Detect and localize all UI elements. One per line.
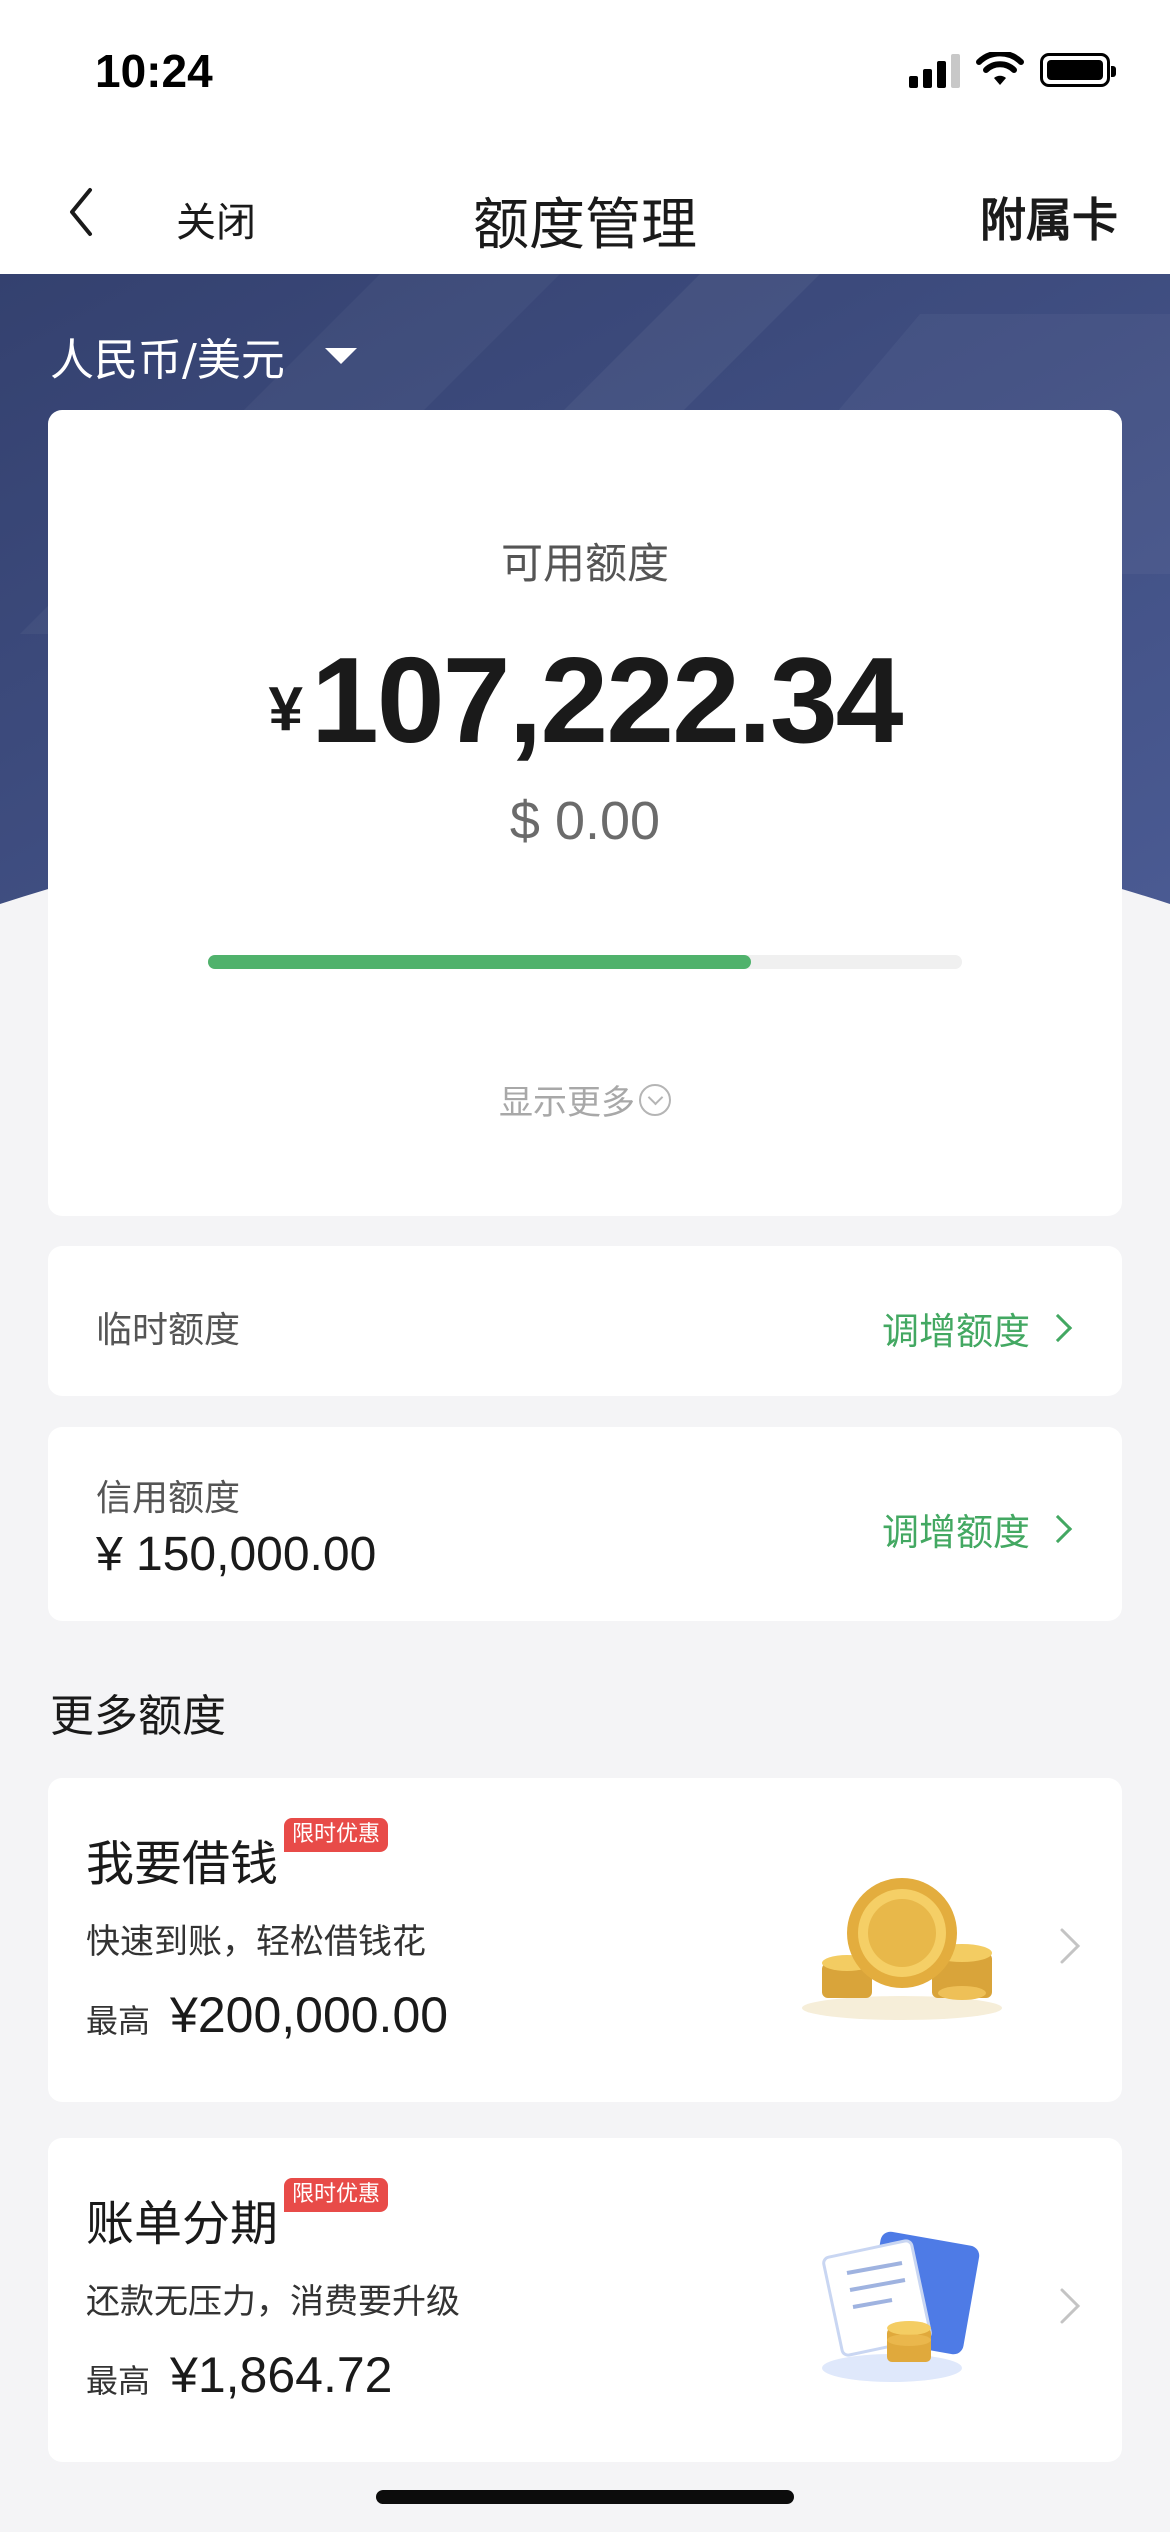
show-more-button[interactable]: 显示更多 bbox=[48, 1075, 1122, 1124]
promo-title-row: 我要借钱 限时优惠 bbox=[86, 1818, 389, 1894]
currency-symbol: ¥ bbox=[268, 675, 303, 744]
increase-limit-label: 调增额度 bbox=[882, 1310, 1030, 1353]
chevron-down-circle-icon bbox=[639, 1083, 671, 1116]
chevron-right-icon bbox=[1043, 1313, 1073, 1343]
chevron-right-icon bbox=[1060, 2288, 1081, 2324]
more-limits-heading: 更多额度 bbox=[50, 1691, 226, 1742]
temporary-limit-row[interactable]: 临时额度 调增额度 bbox=[48, 1246, 1122, 1396]
max-label: 最高 bbox=[86, 2002, 151, 2040]
available-limit-label: 可用额度 bbox=[500, 539, 669, 588]
increase-credit-limit-button[interactable]: 调增额度 bbox=[882, 1502, 1074, 1556]
limited-offer-badge: 限时优惠 bbox=[284, 2178, 389, 2213]
status-time: 10:24 bbox=[95, 45, 213, 97]
temporary-limit-label: 临时额度 bbox=[96, 1310, 241, 1351]
increase-temporary-limit-button[interactable]: 调增额度 bbox=[882, 1301, 1074, 1355]
limited-offer-badge: 限时优惠 bbox=[284, 1818, 389, 1853]
credit-limit-row[interactable]: 信用额度 ¥ 150,000.00 调增额度 bbox=[48, 1427, 1122, 1621]
available-limit-card: 可用额度 ¥107,222.34 $ 0.00 显示更多 bbox=[48, 410, 1122, 1216]
available-amount-value: 107,222.34 bbox=[310, 632, 904, 768]
supplementary-card-button[interactable]: 附属卡 bbox=[980, 184, 1118, 250]
promo-title: 账单分期 bbox=[86, 2196, 279, 2252]
currency-label: 人民币/美元 bbox=[50, 335, 285, 386]
home-indicator[interactable] bbox=[376, 2490, 794, 2504]
battery-icon bbox=[1040, 53, 1116, 87]
max-label: 最高 bbox=[86, 2362, 151, 2400]
usd-available-amount: $ 0.00 bbox=[509, 791, 661, 851]
max-amount-value: ¥200,000.00 bbox=[170, 1987, 449, 2043]
limit-progress-bar bbox=[208, 955, 962, 969]
bill-installment-card[interactable]: 账单分期 限时优惠 还款无压力，消费要升级 最高 ¥1,864.72 bbox=[48, 2138, 1122, 2462]
cellular-signal-icon bbox=[909, 52, 960, 88]
promo-max-amount: 最高 ¥200,000.00 bbox=[86, 1986, 448, 2044]
borrow-money-card[interactable]: 我要借钱 限时优惠 快速到账，轻松借钱花 最高 ¥200,000.00 bbox=[48, 1778, 1122, 2102]
promo-title: 我要借钱 bbox=[86, 1836, 279, 1892]
promo-max-amount: 最高 ¥1,864.72 bbox=[86, 2346, 392, 2404]
max-amount-value: ¥1,864.72 bbox=[170, 2347, 393, 2403]
show-more-label: 显示更多 bbox=[499, 1083, 635, 1123]
promo-title-row: 账单分期 限时优惠 bbox=[86, 2178, 389, 2254]
caret-down-icon bbox=[324, 348, 357, 364]
status-icons bbox=[909, 52, 1116, 88]
bill-card-coins-icon bbox=[822, 2231, 980, 2382]
wifi-icon bbox=[976, 52, 1024, 85]
limit-progress-fill bbox=[208, 955, 751, 969]
gold-coins-icon bbox=[802, 1878, 1002, 2020]
increase-limit-label: 调增额度 bbox=[882, 1511, 1030, 1554]
promo-subtitle: 快速到账，轻松借钱花 bbox=[86, 1922, 426, 1962]
nav-bar: 关闭 额度管理 附属卡 bbox=[0, 150, 1170, 274]
status-bar: 10:24 bbox=[0, 0, 1170, 150]
currency-selector[interactable]: 人民币/美元 bbox=[50, 324, 357, 388]
chevron-right-icon bbox=[1060, 1928, 1081, 1964]
credit-limit-value: ¥ 150,000.00 bbox=[96, 1528, 377, 1581]
promo-subtitle: 还款无压力，消费要升级 bbox=[86, 2282, 460, 2322]
chevron-right-icon bbox=[1043, 1514, 1073, 1544]
available-limit-amount: ¥107,222.34 bbox=[48, 630, 1122, 770]
credit-limit-label: 信用额度 bbox=[96, 1478, 241, 1519]
